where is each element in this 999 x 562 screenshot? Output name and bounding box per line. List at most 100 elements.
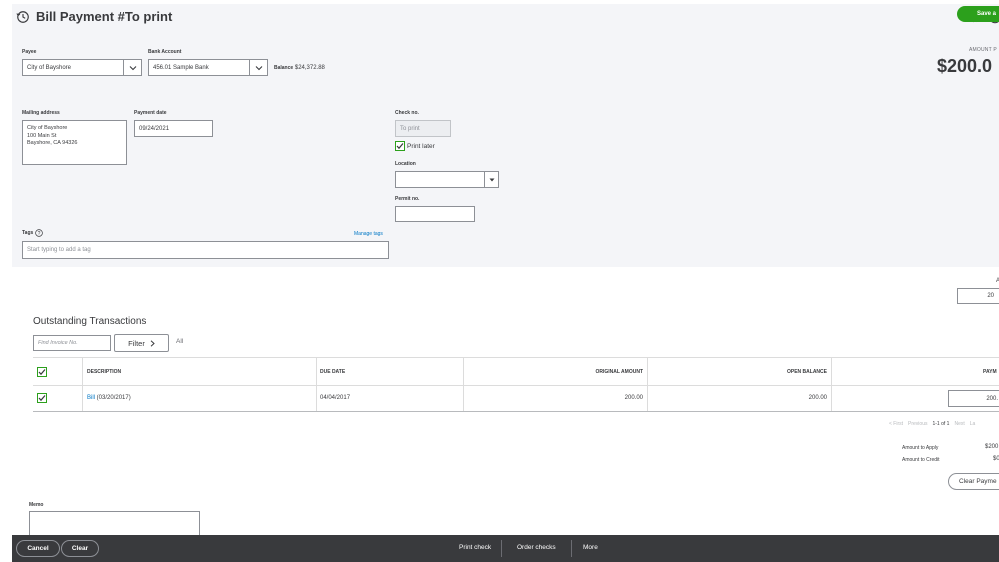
checkmark-icon [38, 369, 46, 376]
row-open-balance: 200.00 [808, 395, 827, 401]
info-icon[interactable]: ? [35, 229, 44, 237]
column-divider [463, 357, 464, 411]
column-divider [647, 357, 648, 411]
bill-date: (03/20/2017) [95, 395, 131, 401]
filter-label: Filter [128, 338, 145, 348]
payment-date-label: Payment date [134, 110, 167, 116]
tags-label: Tags [22, 230, 34, 236]
amount-value: $200.0 [937, 56, 993, 76]
tags-label-row: Tags ? [22, 229, 44, 237]
table-top-border [33, 357, 999, 358]
address-line: Bayshore, CA 94326 [27, 140, 78, 146]
caret-down-icon[interactable] [484, 172, 498, 187]
print-check-link[interactable]: Print check [459, 544, 491, 551]
clear-payment-button[interactable]: Clear Payme [948, 473, 999, 490]
check-no-label: Check no. [395, 110, 419, 116]
amount-to-apply-value: $200 [985, 444, 999, 450]
column-divider [82, 357, 83, 411]
amount-to-credit-value: $0 [993, 456, 999, 462]
row-payment-input[interactable]: 200. [948, 390, 999, 407]
bank-account-value: 456.01 Sample Bank [153, 64, 209, 71]
column-divider [316, 357, 317, 411]
more-link[interactable]: More [583, 544, 598, 551]
outstanding-title: Outstanding Transactions [33, 316, 147, 327]
cancel-button[interactable]: Cancel [16, 540, 60, 557]
footer-separator [571, 540, 572, 557]
order-checks-link[interactable]: Order checks [517, 544, 556, 551]
pagination-last[interactable]: La [970, 421, 976, 427]
bank-account-label: Bank Account [148, 49, 182, 55]
tags-placeholder: Start typing to add a tag [27, 247, 91, 253]
clear-label: Clear [71, 545, 89, 552]
footer-separator [501, 540, 502, 557]
save-and-close-button[interactable]: Save a [957, 6, 999, 22]
balance-label: Balance [274, 65, 294, 71]
cancel-label: Cancel [27, 545, 49, 552]
amount-received-value: 20 [987, 293, 994, 299]
chevron-down-icon[interactable] [249, 60, 267, 75]
checkmark-icon [396, 143, 404, 150]
print-later-label: Print later [407, 142, 435, 150]
column-header-payment[interactable]: PAYM [983, 369, 997, 375]
row-payment-value: 200. [986, 395, 998, 402]
table-header-border [33, 385, 999, 386]
check-no-value: To print [400, 125, 420, 132]
select-all-checkbox[interactable] [37, 367, 47, 377]
row-original-amount: 200.00 [624, 395, 643, 401]
history-icon[interactable] [16, 10, 30, 24]
column-divider [831, 357, 832, 411]
filter-button[interactable]: Filter [114, 334, 169, 352]
payee-select[interactable]: City of Bayshore [22, 59, 142, 76]
pagination-previous[interactable]: Previous [908, 421, 927, 427]
amount-received-input[interactable]: 20 [957, 288, 999, 304]
save-label: Save a [977, 11, 997, 17]
payee-value: City of Bayshore [27, 64, 72, 71]
column-header-due-date[interactable]: DUE DATE [320, 369, 345, 375]
balance-readout: Balance $24,372.88 [274, 65, 325, 71]
bill-link[interactable]: Bill [87, 395, 95, 401]
checkmark-icon [38, 395, 46, 402]
mailing-address-label: Mailing address [22, 110, 60, 116]
chevron-down-icon[interactable] [123, 60, 141, 75]
column-header-open-balance[interactable]: OPEN BALANCE [747, 369, 827, 375]
payee-label: Payee [22, 49, 37, 55]
address-line: 100 Main St [27, 132, 57, 139]
pagination-next[interactable]: Next [954, 421, 964, 427]
row-checkbox[interactable] [37, 393, 47, 403]
tags-input[interactable]: Start typing to add a tag [22, 241, 389, 259]
clear-button[interactable]: Clear [61, 540, 99, 557]
amount-to-apply-label: Amount to Apply [902, 445, 939, 451]
column-header-original-amount[interactable]: ORIGINAL AMOUNT [563, 369, 644, 375]
bank-account-select[interactable]: 456.01 Sample Bank [148, 59, 268, 76]
amount-label: AMOUNT P [969, 47, 997, 53]
permit-no-input[interactable] [395, 206, 475, 222]
address-line: City of Bayshore [27, 125, 68, 131]
payment-date-input[interactable]: 09/24/2021 [134, 120, 213, 137]
location-label: Location [395, 161, 416, 167]
clear-payment-label: Clear Payme [959, 478, 997, 485]
print-later-checkbox[interactable] [395, 141, 405, 151]
table-bottom-border [33, 411, 999, 412]
row-description: Bill (03/20/2017) [87, 395, 131, 401]
column-header-description[interactable]: DESCRIPTION [87, 369, 121, 375]
location-select[interactable] [395, 171, 499, 188]
pagination: < First Previous 1-1 of 1 Next La [889, 421, 975, 427]
row-due-date: 04/04/2017 [320, 395, 351, 401]
find-invoice-input[interactable]: Find Invoice No. [33, 335, 111, 351]
print-later-row[interactable]: Print later [395, 141, 435, 151]
find-invoice-placeholder: Find Invoice No. [38, 340, 78, 346]
svg-text:?: ? [38, 231, 41, 237]
all-filter-label[interactable]: All [176, 338, 183, 345]
pagination-range: 1-1 of 1 [932, 421, 950, 427]
chevron-right-icon [150, 339, 155, 347]
manage-tags-link[interactable]: Manage tags [354, 231, 383, 237]
mailing-address-field[interactable]: City of Bayshore 100 Main St Bayshore, C… [22, 120, 127, 165]
pagination-first[interactable]: < First [889, 421, 903, 427]
payment-date-value: 09/24/2021 [139, 125, 170, 132]
check-no-input[interactable]: To print [395, 120, 451, 137]
page-title: Bill Payment #To print [36, 9, 173, 24]
footer-bar: Cancel Clear Print check Order checks Mo… [12, 535, 999, 562]
title-row: Bill Payment #To print [16, 9, 172, 24]
balance-value: $24,372.88 [294, 65, 325, 71]
permit-no-label: Permit no. [395, 196, 420, 202]
